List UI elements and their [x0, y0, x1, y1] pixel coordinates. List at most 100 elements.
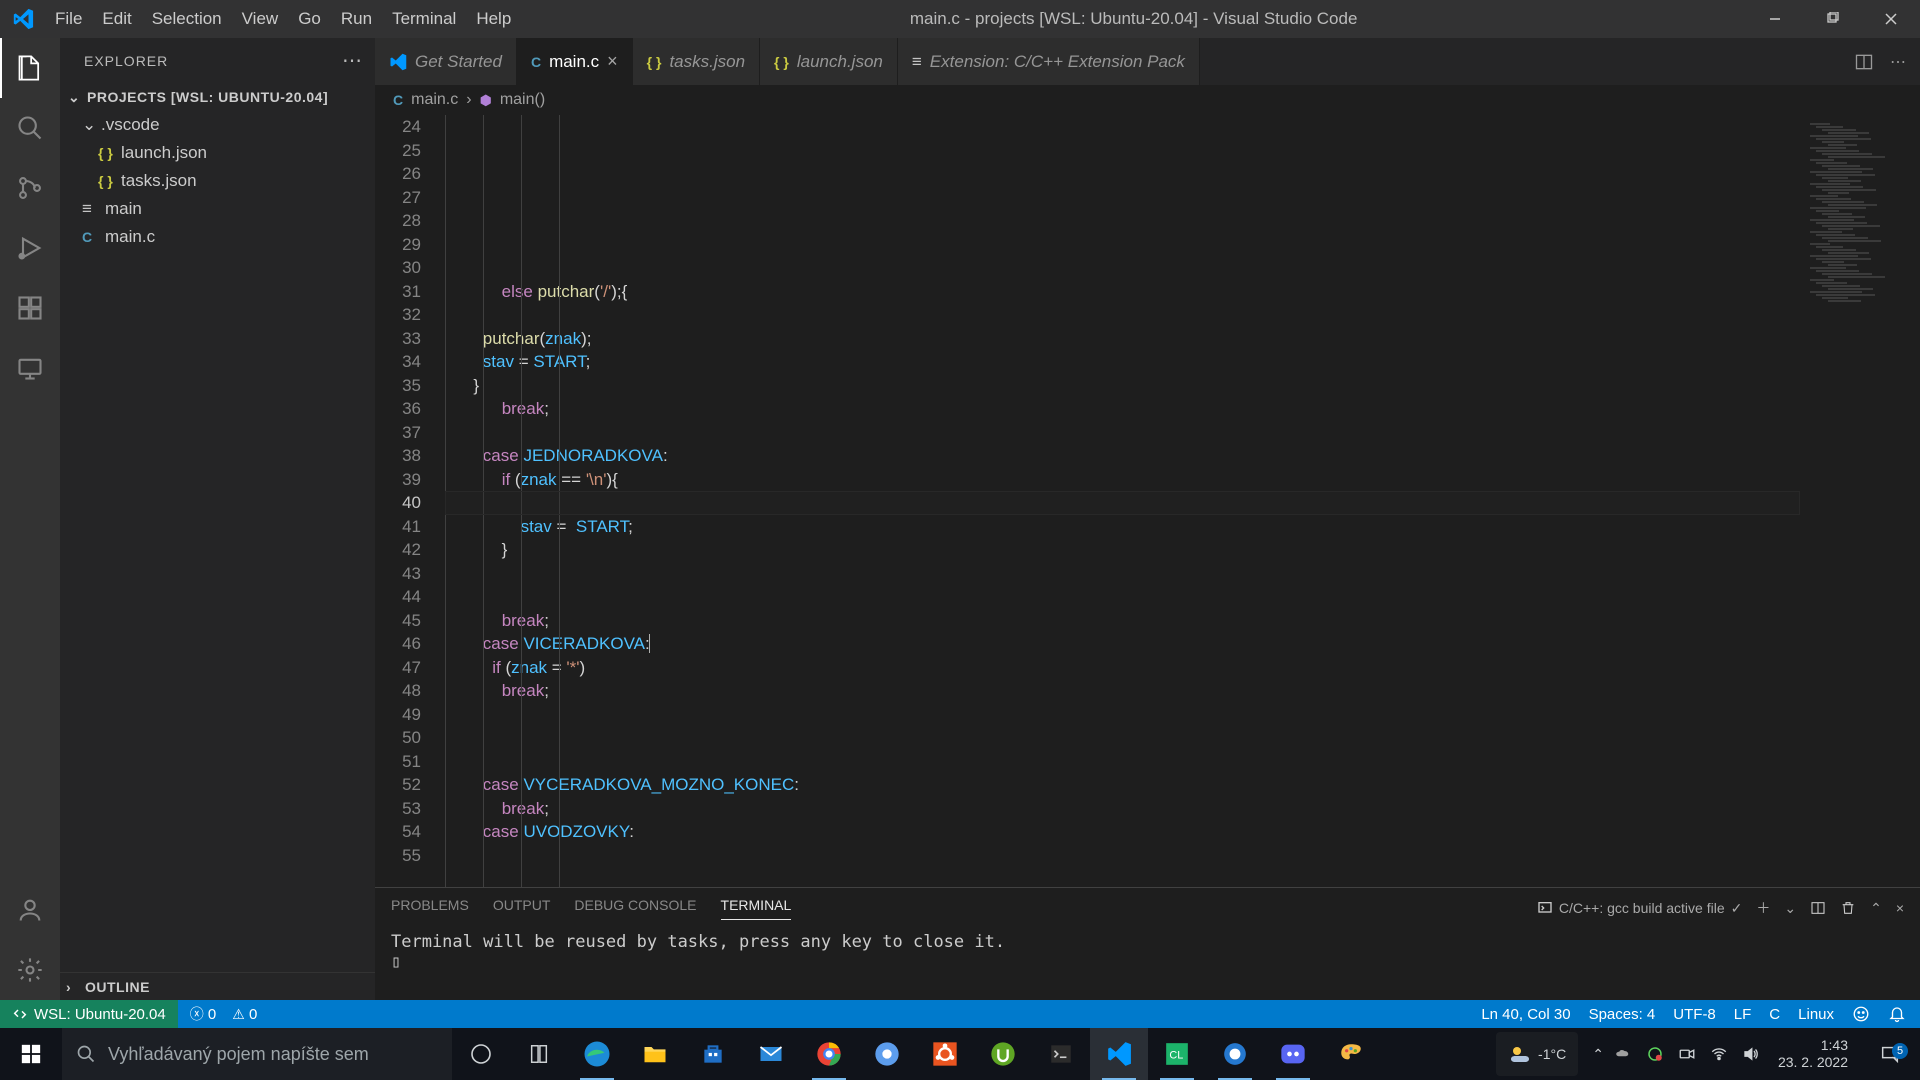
- security-icon[interactable]: [1646, 1045, 1664, 1063]
- sidebar-more-icon[interactable]: ⋯: [342, 48, 363, 73]
- windows-taskbar: Vyhľadávaný pojem napíšte sem CL -1°C ⌃: [0, 1028, 1920, 1080]
- chromium-icon[interactable]: [858, 1028, 916, 1080]
- taskbar-weather[interactable]: -1°C: [1496, 1032, 1578, 1076]
- utorrent-icon[interactable]: [974, 1028, 1032, 1080]
- teamspeak-icon[interactable]: [1206, 1028, 1264, 1080]
- menu-view[interactable]: View: [232, 1, 289, 37]
- sidebar-title: EXPLORER: [84, 53, 168, 69]
- panel-tab-terminal[interactable]: TERMINAL: [721, 897, 792, 920]
- code-content[interactable]: else putchar('/');{ putchar(znak); stav …: [445, 115, 1800, 887]
- status-os[interactable]: Linux: [1798, 1006, 1834, 1023]
- store-icon[interactable]: [684, 1028, 742, 1080]
- menu-go[interactable]: Go: [288, 1, 331, 37]
- tab-extension[interactable]: ≡ Extension: C/C++ Extension Pack: [898, 38, 1200, 85]
- close-icon[interactable]: ×: [1896, 900, 1904, 916]
- menu-edit[interactable]: Edit: [92, 1, 141, 37]
- status-bell-icon[interactable]: [1888, 1005, 1906, 1023]
- tab-tasks-json[interactable]: { } tasks.json: [633, 38, 760, 85]
- paint-icon[interactable]: [1322, 1028, 1380, 1080]
- check-icon: ✓: [1731, 900, 1743, 917]
- file-tasks-json[interactable]: { } tasks.json: [60, 167, 375, 195]
- menu-bar: File Edit Selection View Go Run Terminal…: [45, 1, 521, 37]
- more-icon[interactable]: ⋯: [1890, 52, 1906, 72]
- file-main-c[interactable]: C main.c: [60, 223, 375, 251]
- menu-terminal[interactable]: Terminal: [382, 1, 466, 37]
- trash-icon[interactable]: [1840, 900, 1856, 916]
- tab-launch-json[interactable]: { } launch.json: [760, 38, 898, 85]
- file-launch-json[interactable]: { } launch.json: [60, 139, 375, 167]
- minimize-button[interactable]: [1746, 0, 1804, 38]
- terminal-dropdown-icon[interactable]: ⌄: [1784, 900, 1796, 917]
- discord-icon[interactable]: [1264, 1028, 1322, 1080]
- tray-chevron-icon[interactable]: ⌃: [1592, 1046, 1604, 1063]
- status-errors[interactable]: ⓧ 0: [190, 1004, 217, 1024]
- status-feedback-icon[interactable]: [1852, 1005, 1870, 1023]
- split-editor-icon[interactable]: [1854, 52, 1874, 72]
- menu-help[interactable]: Help: [466, 1, 521, 37]
- tab-main-c[interactable]: C main.c ×: [517, 38, 633, 85]
- activity-source-control[interactable]: [0, 158, 60, 218]
- wifi-icon[interactable]: [1710, 1045, 1728, 1063]
- chevron-up-icon[interactable]: ⌃: [1870, 900, 1882, 917]
- file-explorer-icon[interactable]: [626, 1028, 684, 1080]
- breadcrumb[interactable]: C main.c › ⬢ main(): [375, 85, 1920, 115]
- activity-bar: [0, 38, 60, 1000]
- panel-tab-debug-console[interactable]: DEBUG CONSOLE: [574, 897, 696, 919]
- status-remote[interactable]: WSL: Ubuntu-20.04: [0, 1000, 178, 1028]
- terminal-icon[interactable]: [1032, 1028, 1090, 1080]
- folder-vscode[interactable]: ⌄ .vscode: [60, 111, 375, 139]
- activity-account[interactable]: [0, 880, 60, 940]
- menu-file[interactable]: File: [45, 1, 92, 37]
- notifications-icon[interactable]: 5: [1866, 1043, 1914, 1065]
- activity-settings[interactable]: [0, 940, 60, 1000]
- activity-remote[interactable]: [0, 338, 60, 398]
- c-icon: C: [393, 92, 403, 108]
- ubuntu-icon[interactable]: [916, 1028, 974, 1080]
- onedrive-icon[interactable]: [1614, 1045, 1632, 1063]
- panel-tab-problems[interactable]: PROBLEMS: [391, 897, 469, 919]
- maximize-button[interactable]: [1804, 0, 1862, 38]
- edge-icon[interactable]: [568, 1028, 626, 1080]
- status-spaces[interactable]: Spaces: 4: [1589, 1006, 1656, 1023]
- clion-icon[interactable]: CL: [1148, 1028, 1206, 1080]
- chrome-icon[interactable]: [800, 1028, 858, 1080]
- clock-time: 1:43: [1778, 1037, 1848, 1055]
- taskbar-search[interactable]: Vyhľadávaný pojem napíšte sem: [62, 1028, 452, 1080]
- titlebar: File Edit Selection View Go Run Terminal…: [0, 0, 1920, 38]
- outline-section[interactable]: › OUTLINE: [60, 972, 375, 1000]
- cortana-icon[interactable]: [510, 1028, 568, 1080]
- function-icon: ⬢: [480, 92, 492, 109]
- close-icon[interactable]: ×: [607, 51, 618, 72]
- chevron-right-icon: ›: [466, 91, 471, 109]
- menu-selection[interactable]: Selection: [142, 1, 232, 37]
- file-label: launch.json: [121, 143, 207, 163]
- menu-run[interactable]: Run: [331, 1, 382, 37]
- project-root[interactable]: ⌄ PROJECTS [WSL: UBUNTU-20.04]: [60, 83, 375, 111]
- minimap[interactable]: [1800, 115, 1920, 887]
- status-eol[interactable]: LF: [1734, 1006, 1752, 1023]
- status-cursor[interactable]: Ln 40, Col 30: [1481, 1006, 1570, 1023]
- meet-now-icon[interactable]: [1678, 1045, 1696, 1063]
- activity-run-debug[interactable]: [0, 218, 60, 278]
- tab-get-started[interactable]: Get Started: [375, 38, 517, 85]
- new-terminal-icon[interactable]: ＋: [1756, 898, 1770, 918]
- status-encoding[interactable]: UTF-8: [1673, 1006, 1716, 1023]
- activity-extensions[interactable]: [0, 278, 60, 338]
- activity-explorer[interactable]: [0, 38, 60, 98]
- terminal-output[interactable]: Terminal will be reused by tasks, press …: [375, 928, 1920, 1000]
- volume-icon[interactable]: [1742, 1045, 1760, 1063]
- status-warnings[interactable]: ⚠ 0: [232, 1006, 257, 1023]
- panel-tab-output[interactable]: OUTPUT: [493, 897, 551, 919]
- task-view-icon[interactable]: [452, 1028, 510, 1080]
- split-terminal-icon[interactable]: [1810, 900, 1826, 916]
- mail-icon[interactable]: [742, 1028, 800, 1080]
- taskbar-clock[interactable]: 1:43 23. 2. 2022: [1770, 1037, 1856, 1072]
- status-lang[interactable]: C: [1769, 1006, 1780, 1023]
- activity-search[interactable]: [0, 98, 60, 158]
- start-button[interactable]: [0, 1028, 62, 1080]
- close-button[interactable]: [1862, 0, 1920, 38]
- code-editor[interactable]: 2425262728293031323334353637383940414243…: [375, 115, 1800, 887]
- vscode-taskbar-icon[interactable]: [1090, 1028, 1148, 1080]
- file-main[interactable]: ≡ main: [60, 195, 375, 223]
- terminal-task-indicator[interactable]: C/C++: gcc build active file ✓: [1537, 900, 1742, 917]
